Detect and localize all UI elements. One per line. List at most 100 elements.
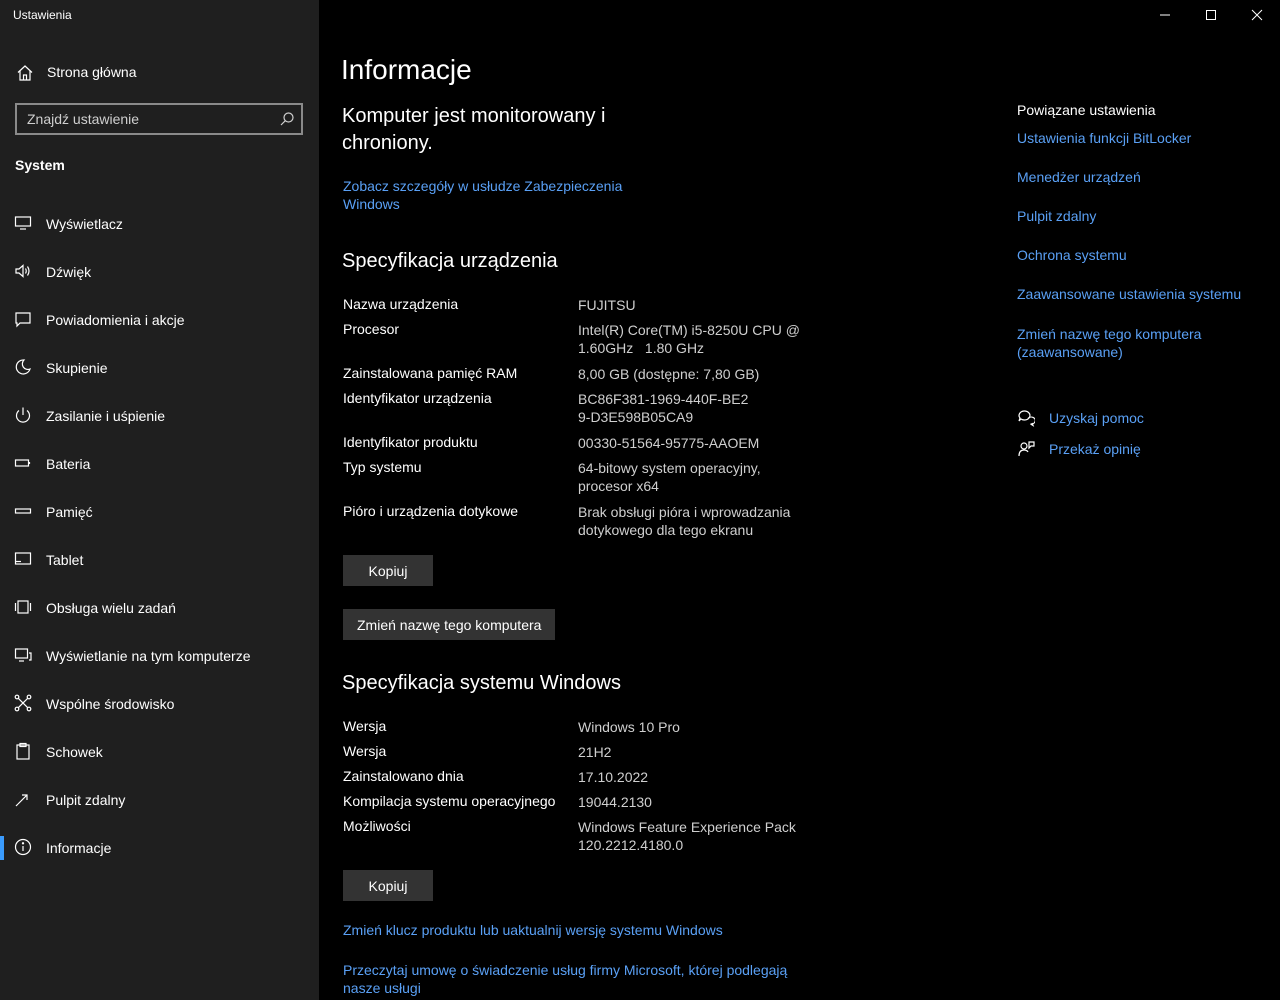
multitasking-icon [14, 600, 32, 614]
spec-row: Nazwa urządzenia FUJITSU [343, 296, 813, 321]
rename-pc-advanced-link[interactable]: Zmień nazwę tego komputera (zaawansowane… [1017, 325, 1227, 361]
page-title: Informacje [341, 54, 472, 85]
feedback-link[interactable]: Przekaż opinię [1017, 440, 1141, 458]
sidebar-item-wyswietlacz[interactable]: Wyświetlacz [0, 200, 319, 248]
spec-key: Procesor [343, 321, 400, 337]
spec-key: Kompilacja systemu operacyjnego [343, 793, 556, 809]
sidebar-item-wspolne[interactable]: Wspólne środowisko [0, 680, 319, 728]
app-title: Ustawienia [13, 8, 72, 22]
sidebar-item-label: Powiadomienia i akcje [46, 312, 185, 328]
help-chat-icon [1018, 410, 1035, 427]
sidebar-item-schowek[interactable]: Schowek [0, 728, 319, 776]
sidebar-item-label: Schowek [46, 744, 103, 760]
spec-key: Typ systemu [343, 459, 422, 475]
device-manager-link[interactable]: Menedżer urządzeń [1017, 168, 1257, 186]
spec-row: Typ systemu 64-bitowy system operacyjny,… [343, 459, 813, 503]
system-protection-link[interactable]: Ochrona systemu [1017, 246, 1257, 264]
speaker-icon [15, 264, 30, 278]
get-help-link[interactable]: Uzyskaj pomoc [1017, 409, 1144, 427]
service-agreement-link[interactable]: Przeczytaj umowę o świadczenie usług fir… [343, 961, 803, 997]
sidebar-item-label: Bateria [46, 456, 91, 472]
minimize-button[interactable] [1142, 0, 1188, 30]
sidebar-item-label: Pulpit zdalny [46, 792, 126, 808]
sidebar-item-bateria[interactable]: Bateria [0, 440, 319, 488]
sidebar-item-label: Tablet [46, 552, 84, 568]
sidebar-item-label: Wspólne środowisko [46, 696, 175, 712]
active-indicator [0, 836, 4, 860]
windows-spec-table: Wersja Windows 10 Pro Wersja 21H2 Zainst… [343, 718, 813, 862]
spec-value: 64-bitowy system operacyjny, procesor x6… [578, 460, 761, 494]
get-help-label: Uzyskaj pomoc [1049, 410, 1144, 426]
copy-windows-spec-button[interactable]: Kopiuj [343, 870, 433, 901]
sidebar-item-pamiec[interactable]: Pamięć [0, 488, 319, 536]
close-icon [1251, 9, 1263, 21]
sidebar-item-informacje[interactable]: Informacje [0, 824, 319, 872]
change-product-key-link[interactable]: Zmień klucz produktu lub uaktualnij wers… [343, 921, 803, 939]
spec-value: 17.10.2022 [578, 769, 649, 785]
feedback-icon [1018, 441, 1035, 457]
close-button[interactable] [1234, 0, 1280, 30]
sidebar-item-pulpit-zdalny[interactable]: Pulpit zdalny [0, 776, 319, 824]
copy-device-spec-button[interactable]: Kopiuj [343, 555, 433, 586]
protection-status: Komputer jest monitorowany i chroniony. [342, 105, 606, 154]
spec-key: Nazwa urządzenia [343, 296, 459, 312]
sidebar-item-powiadomienia[interactable]: Powiadomienia i akcje [0, 296, 319, 344]
sidebar-item-skupienie[interactable]: Skupienie [0, 344, 319, 392]
spec-key: Wersja [343, 743, 387, 759]
spec-row: Kompilacja systemu operacyjnego 19044.21… [343, 793, 813, 818]
home-button[interactable]: Strona główna [0, 56, 319, 88]
sidebar-item-dzwiek[interactable]: Dźwięk [0, 248, 319, 296]
search-input[interactable] [17, 105, 271, 133]
search-icon[interactable] [279, 111, 295, 127]
sidebar-item-label: Informacje [46, 840, 112, 856]
bitlocker-link[interactable]: Ustawienia funkcji BitLocker [1017, 129, 1257, 147]
sidebar-item-label: Pamięć [46, 504, 93, 520]
device-spec-table: Nazwa urządzenia FUJITSU Procesor Intel(… [343, 296, 813, 547]
remote-desktop-link[interactable]: Pulpit zdalny [1017, 207, 1257, 225]
spec-row: Identyfikator urządzenia BC86F381-1969-4… [343, 390, 813, 434]
sidebar-item-tablet[interactable]: Tablet [0, 536, 319, 584]
advanced-system-settings-link[interactable]: Zaawansowane ustawienia systemu [1017, 285, 1257, 303]
feedback-label: Przekaż opinię [1049, 441, 1141, 457]
spec-key: Zainstalowano dnia [343, 768, 464, 784]
rename-pc-button[interactable]: Zmień nazwę tego komputera [343, 609, 556, 640]
maximize-icon [1206, 10, 1216, 20]
spec-key: Identyfikator produktu [343, 434, 478, 450]
notification-icon [15, 312, 31, 328]
spec-row: Wersja 21H2 [343, 743, 813, 768]
storage-icon [14, 508, 32, 514]
related-settings-title: Powiązane ustawienia [1017, 102, 1156, 118]
monitor-icon [14, 216, 32, 230]
sidebar-item-wiele-zadan[interactable]: Obsługa wielu zadań [0, 584, 319, 632]
spec-row: Procesor Intel(R) Core(TM) i5-8250U CPU … [343, 321, 813, 365]
maximize-button[interactable] [1188, 0, 1234, 30]
spec-value: Windows Feature Experience Pack 120.2212… [578, 819, 796, 853]
spec-value: Intel(R) Core(TM) i5-8250U CPU @ 1.60GHz… [578, 322, 804, 356]
spec-row: Pióro i urządzenia dotykowe Brak obsługi… [343, 503, 813, 547]
spec-row: Zainstalowano dnia 17.10.2022 [343, 768, 813, 793]
sidebar-item-label: Skupienie [46, 360, 108, 376]
spec-row: Możliwości Windows Feature Experience Pa… [343, 818, 813, 862]
spec-value: 8,00 GB (dostępne: 7,80 GB) [578, 366, 760, 382]
sidebar-item-wyswietlanie[interactable]: Wyświetlanie na tym komputerze [0, 632, 319, 680]
clipboard-icon [16, 742, 30, 760]
search-box[interactable] [15, 103, 303, 135]
sidebar-item-label: Obsługa wielu zadań [46, 600, 176, 616]
device-spec-heading: Specyfikacja urządzenia [342, 250, 558, 272]
projecting-icon [14, 648, 32, 662]
spec-value: Brak obsługi pióra i wprowadzania dotyko… [578, 504, 791, 538]
spec-value: 21H2 [578, 744, 612, 760]
sidebar-item-label: Dźwięk [46, 264, 92, 280]
moon-icon [15, 359, 31, 375]
remote-desktop-icon [15, 794, 28, 807]
power-icon [15, 407, 31, 423]
sidebar-item-zasilanie[interactable]: Zasilanie i uśpienie [0, 392, 319, 440]
minimize-icon [1160, 14, 1170, 16]
spec-value: FUJITSU [578, 297, 636, 313]
spec-value: 19044.2130 [578, 794, 652, 810]
spec-key: Możliwości [343, 818, 411, 834]
security-details-link[interactable]: Zobacz szczegóły w usłudze Zabezpieczeni… [343, 177, 643, 213]
spec-row: Wersja Windows 10 Pro [343, 718, 813, 743]
spec-value: 00330-51564-95775-AAOEM [578, 435, 760, 451]
home-icon [17, 65, 33, 81]
